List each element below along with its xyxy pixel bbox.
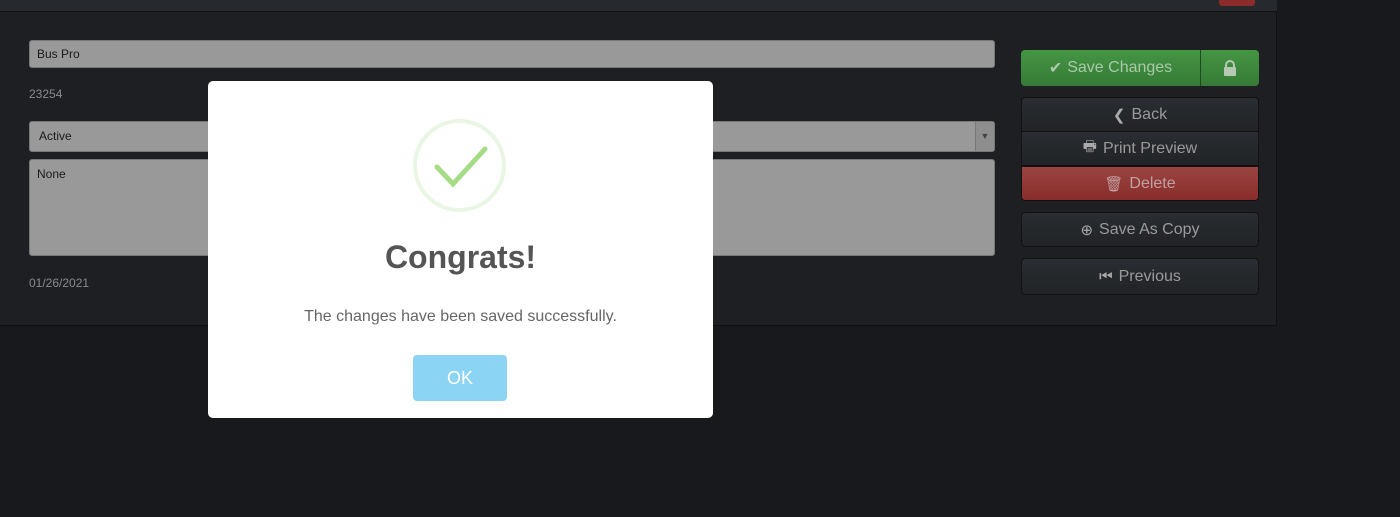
check-icon: ✔ (1048, 60, 1063, 77)
dialog-title: Congrats! (384, 239, 537, 275)
previous-button[interactable]: ⏮ Previous (1021, 258, 1259, 295)
success-dialog: Congrats! The changes have been saved su… (208, 81, 713, 418)
dialog-message: The changes have been saved successfully… (304, 308, 617, 325)
delete-button[interactable]: 🗑 Delete (1021, 166, 1259, 201)
dropdown-arrow-icon[interactable]: ▼ (975, 122, 994, 151)
print-preview-label: Print Preview (1102, 139, 1198, 157)
date-value: 01/26/2021 (29, 276, 90, 290)
name-input[interactable]: Bus Pro (29, 40, 995, 68)
save-changes-label: Save Changes (1067, 59, 1173, 76)
id-value: 23254 (29, 87, 63, 101)
save-button-group: ✔ Save Changes (1021, 50, 1259, 86)
trash-icon: 🗑 (1104, 175, 1124, 193)
lock-button[interactable] (1201, 50, 1259, 86)
plus-circle-icon: ⊕ (1080, 221, 1094, 239)
status-value: Active (39, 129, 72, 143)
back-label: Back (1131, 105, 1168, 123)
printer-icon: 🖶 (1082, 138, 1097, 155)
lock-icon (1224, 60, 1236, 76)
chevron-left-icon: ❮ (1112, 106, 1126, 124)
top-red-button[interactable] (1219, 0, 1255, 6)
step-backward-icon: ⏮ (1099, 268, 1113, 285)
top-bar (0, 0, 1277, 12)
save-changes-button[interactable]: ✔ Save Changes (1021, 50, 1201, 86)
success-check-icon (413, 119, 506, 212)
ok-button[interactable]: OK (413, 355, 507, 401)
save-as-copy-button[interactable]: ⊕ Save As Copy (1021, 212, 1259, 247)
delete-label: Delete (1129, 174, 1176, 192)
save-as-copy-label: Save As Copy (1099, 220, 1200, 238)
back-button[interactable]: ❮ Back (1021, 97, 1259, 132)
previous-label: Previous (1118, 267, 1181, 285)
print-preview-button[interactable]: 🖶 Print Preview (1021, 131, 1259, 166)
